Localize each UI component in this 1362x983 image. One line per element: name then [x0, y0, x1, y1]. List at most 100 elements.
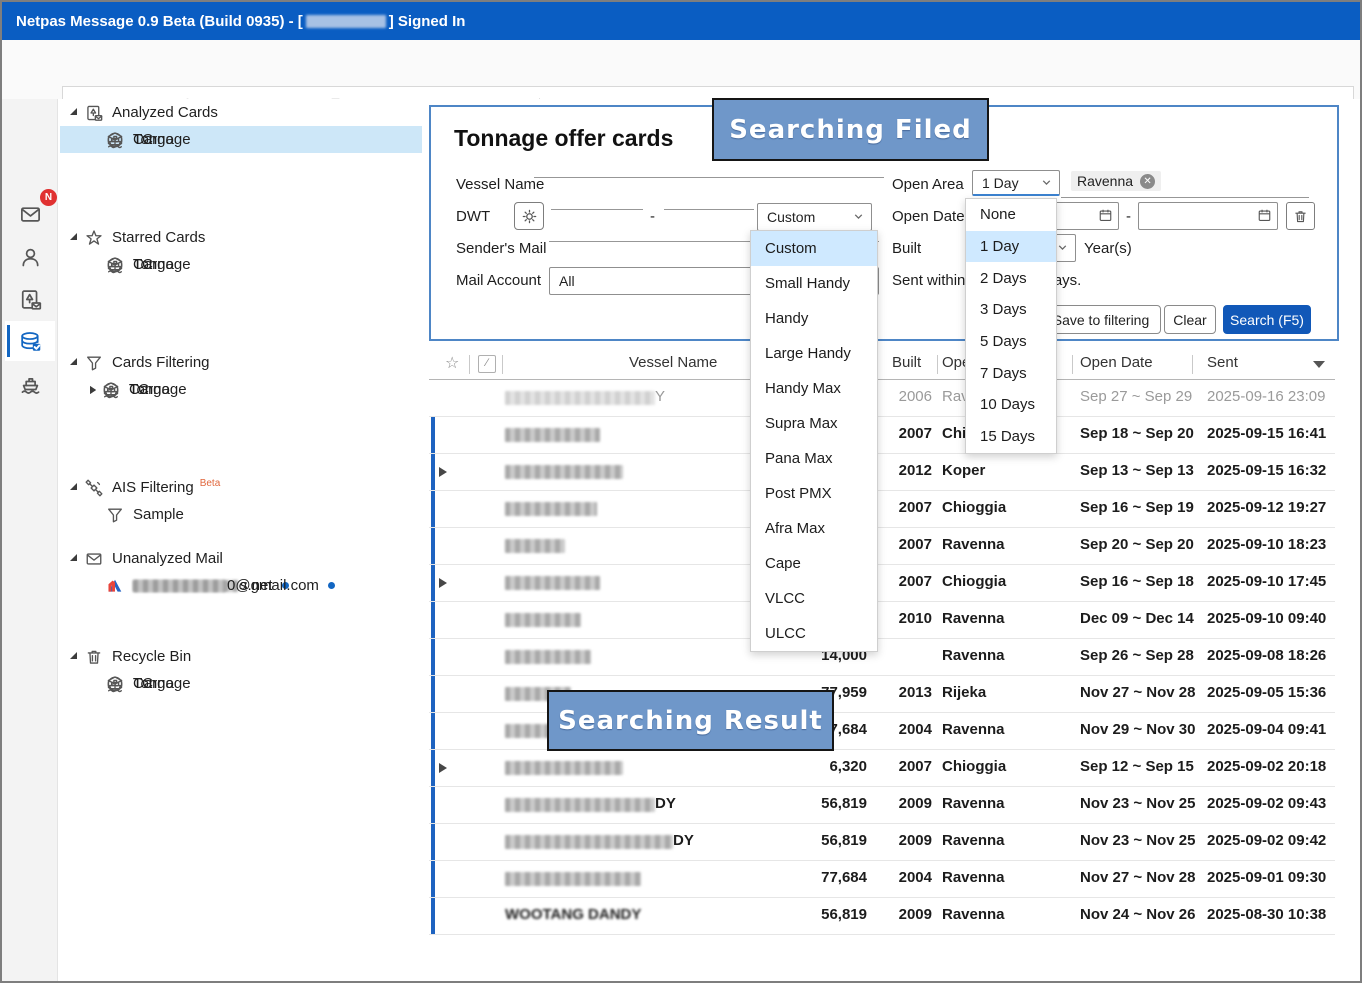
- redacted-vessel-name: [505, 835, 673, 849]
- open-date-to-input[interactable]: [1138, 202, 1278, 230]
- table-row[interactable]: 6,3202007ChioggiaSep 12 ~ Sep 152025-09-…: [429, 749, 1335, 787]
- dwt-size-option-ulcc[interactable]: ULCC: [751, 616, 877, 651]
- open-area-day-option-none[interactable]: None: [966, 199, 1056, 231]
- open-area-input[interactable]: [1061, 171, 1309, 198]
- table-row[interactable]: DY56,8192009RavennaNov 23 ~ Nov 252025-0…: [429, 786, 1335, 824]
- expand-row-icon[interactable]: [439, 467, 447, 477]
- tree-expanded-icon[interactable]: [70, 554, 77, 561]
- tree-expanded-icon[interactable]: [70, 652, 77, 659]
- item-label: 0@gmail.com: [227, 577, 319, 594]
- dwt-min-input[interactable]: [551, 185, 643, 210]
- clear-button[interactable]: Clear: [1164, 305, 1216, 334]
- gmail-icon: [106, 577, 124, 595]
- sent-cell: 2025-09-02 09:43: [1207, 795, 1326, 812]
- table-row[interactable]: Y2006RavennaSep 27 ~ Sep 292025-09-16 23…: [429, 379, 1335, 417]
- expand-row-icon[interactable]: [439, 763, 447, 773]
- dwt-size-option-cape[interactable]: Cape: [751, 546, 877, 581]
- dwt-size-option-handy-max[interactable]: Handy Max: [751, 371, 877, 406]
- sent-cell: 2025-09-15 16:41: [1207, 425, 1326, 442]
- open-date-cell: Sep 12 ~ Sep 15: [1080, 758, 1194, 775]
- sidebar-section-starred-cards[interactable]: Starred Cards: [60, 224, 416, 251]
- sort-descending-icon[interactable]: [1313, 361, 1325, 368]
- table-row[interactable]: 2010RavennaDec 09 ~ Dec 142025-09-10 09:…: [429, 601, 1335, 639]
- table-row[interactable]: 2007ChioggiaSep 16 ~ Sep 182025-09-10 17…: [429, 564, 1335, 602]
- table-row[interactable]: 2007ChioggiaSep 18 ~ Sep 202025-09-15 16…: [429, 416, 1335, 454]
- sidebar-section-unanalyzed-mail[interactable]: Unanalyzed Mail: [60, 545, 416, 572]
- open-date-cell: Dec 09 ~ Dec 14: [1080, 610, 1194, 627]
- rail-item-mail[interactable]: N: [5, 194, 55, 234]
- open-area-day-option-10-days[interactable]: 10 Days: [966, 389, 1056, 421]
- tree-expanded-icon[interactable]: [70, 358, 77, 365]
- tree-expanded-icon[interactable]: [70, 233, 77, 240]
- save-to-filtering-button[interactable]: Save to filtering: [1041, 305, 1161, 334]
- table-row[interactable]: 2007ChioggiaSep 16 ~ Sep 192025-09-12 19…: [429, 490, 1335, 528]
- table-row[interactable]: 77,6842004RavennaNov 27 ~ Nov 282025-09-…: [429, 860, 1335, 898]
- tree-expanded-icon[interactable]: [70, 108, 77, 115]
- open-area-cell: Ravenna: [942, 869, 1005, 886]
- open-date-clear-button[interactable]: [1286, 202, 1315, 230]
- open-area-day-option-1-day[interactable]: 1 Day: [966, 231, 1056, 263]
- sidebar-item-ais-sample[interactable]: Sample: [60, 501, 462, 528]
- rail-item-person[interactable]: [5, 237, 55, 277]
- chevron-down-icon: [1039, 175, 1054, 190]
- open-area-day-option-15-days[interactable]: 15 Days: [966, 421, 1056, 453]
- cards-icon: [85, 104, 103, 122]
- open-area-day-option-5-days[interactable]: 5 Days: [966, 326, 1056, 358]
- sidebar-section-cards-filtering[interactable]: Cards Filtering: [60, 349, 416, 376]
- header-sent[interactable]: Sent: [1207, 354, 1238, 371]
- rail-item-cards[interactable]: [5, 279, 55, 319]
- sidebar-item-analyzed-tc[interactable]: TCTC: [60, 126, 462, 153]
- dwt-size-option-post-pmx[interactable]: Post PMX: [751, 476, 877, 511]
- dwt-size-option-afra-max[interactable]: Afra Max: [751, 511, 877, 546]
- dwt-size-option-large-handy[interactable]: Large Handy: [751, 336, 877, 371]
- built-cell: 2013: [875, 684, 932, 701]
- select-column-icon[interactable]: ∕: [478, 355, 496, 373]
- sent-cell: 2025-09-01 09:30: [1207, 869, 1326, 886]
- header-open-date[interactable]: Open Date: [1080, 354, 1153, 371]
- star-column-icon[interactable]: ☆: [445, 353, 459, 373]
- sidebar-item-cards-tc[interactable]: TCTC: [60, 376, 446, 403]
- sidebar-item-unanalyzed-0@gmail.com[interactable]: 0@gmail.com: [60, 572, 462, 599]
- dwt-size-option-pana-max[interactable]: Pana Max: [751, 441, 877, 476]
- person-icon: [19, 246, 42, 269]
- tree-collapsed-icon[interactable]: [90, 386, 96, 394]
- redacted-vessel-name: [505, 872, 641, 886]
- section-label: Unanalyzed Mail: [112, 550, 223, 567]
- open-area-day-option-7-days[interactable]: 7 Days: [966, 357, 1056, 389]
- new-mail-badge: N: [38, 187, 59, 208]
- table-row[interactable]: 14,000RavennaSep 26 ~ Sep 282025-09-08 1…: [429, 638, 1335, 676]
- table-row[interactable]: DY56,8192009RavennaNov 23 ~ Nov 252025-0…: [429, 823, 1335, 861]
- dwt-size-option-vlcc[interactable]: VLCC: [751, 581, 877, 616]
- sidebar-item-starred-tc[interactable]: TCTC: [60, 251, 462, 278]
- table-row[interactable]: 2007RavennaSep 20 ~ Sep 202025-09-10 18:…: [429, 527, 1335, 565]
- table-header: ☆ ∕ Vessel Name Built Open Area Open Dat…: [429, 350, 1335, 380]
- dwt-max-input[interactable]: [664, 185, 754, 210]
- open-area-day-option-3-days[interactable]: 3 Days: [966, 294, 1056, 326]
- dwt-size-option-supra-max[interactable]: Supra Max: [751, 406, 877, 441]
- search-button[interactable]: Search (F5): [1223, 305, 1311, 334]
- table-row[interactable]: WOOTANG DANDY56,8192009RavennaNov 24 ~ N…: [429, 897, 1335, 935]
- header-vessel-name[interactable]: Vessel Name: [629, 354, 717, 371]
- table-row[interactable]: 2012KoperSep 13 ~ Sep 132025-09-15 16:32: [429, 453, 1335, 491]
- open-area-day-value: 1 Day: [982, 175, 1019, 191]
- open-area-day-option-2-days[interactable]: 2 Days: [966, 262, 1056, 294]
- expand-row-icon[interactable]: [439, 578, 447, 588]
- dwt-size-option-handy[interactable]: Handy: [751, 301, 877, 336]
- dwt-cell: 56,819: [749, 906, 867, 923]
- dwt-settings-button[interactable]: [514, 202, 544, 230]
- sidebar-item-recycle-tc[interactable]: TCTC: [60, 670, 462, 697]
- tree-expanded-icon[interactable]: [70, 483, 77, 490]
- open-date-cell: Nov 23 ~ Nov 25: [1080, 832, 1195, 849]
- sidebar-section-analyzed-cards[interactable]: Analyzed Cards: [60, 99, 416, 126]
- dwt-size-option-small-handy[interactable]: Small Handy: [751, 266, 877, 301]
- rail-item-database[interactable]: [5, 321, 55, 361]
- rail-item-ship[interactable]: [5, 363, 55, 403]
- sidebar-section-ais-filtering[interactable]: AIS FilteringBeta: [60, 474, 416, 501]
- sidebar-section-recycle-bin[interactable]: Recycle Bin: [60, 643, 416, 670]
- built-unit-label: Year(s): [1084, 240, 1132, 257]
- open-area-cell: Ravenna: [942, 610, 1005, 627]
- header-built[interactable]: Built: [892, 354, 921, 371]
- open-area-day-select[interactable]: 1 Day: [972, 170, 1060, 196]
- dwt-size-option-custom[interactable]: Custom: [751, 231, 877, 266]
- item-label: TC: [133, 256, 153, 273]
